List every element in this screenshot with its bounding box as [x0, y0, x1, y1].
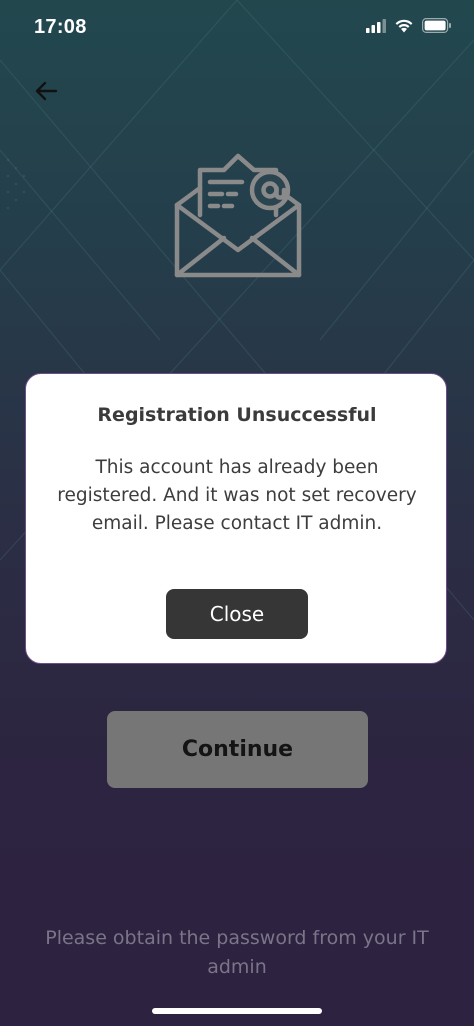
continue-button[interactable]: Continue [107, 711, 368, 788]
wifi-icon [395, 19, 413, 33]
status-time: 17:08 [34, 16, 87, 38]
battery-icon [422, 18, 451, 33]
status-icons [366, 18, 452, 33]
password-hint-text: Please obtain the password from your IT … [45, 927, 429, 978]
status-bar: 17:08 [0, 0, 474, 60]
close-button[interactable]: Close [166, 589, 308, 639]
dialog-title: Registration Unsuccessful [97, 404, 377, 426]
home-indicator[interactable] [152, 1008, 322, 1014]
cellular-signal-icon [366, 18, 386, 33]
envelope-at-icon [174, 153, 302, 278]
dialog-message: This account has already been registered… [57, 457, 417, 534]
back-button[interactable] [30, 76, 62, 106]
registration-screen: 17:08 Continue Please obtain the passwor… [0, 0, 474, 1026]
error-dialog: Registration Unsuccessful This account h… [25, 373, 447, 664]
arrow-left-icon [35, 81, 58, 101]
